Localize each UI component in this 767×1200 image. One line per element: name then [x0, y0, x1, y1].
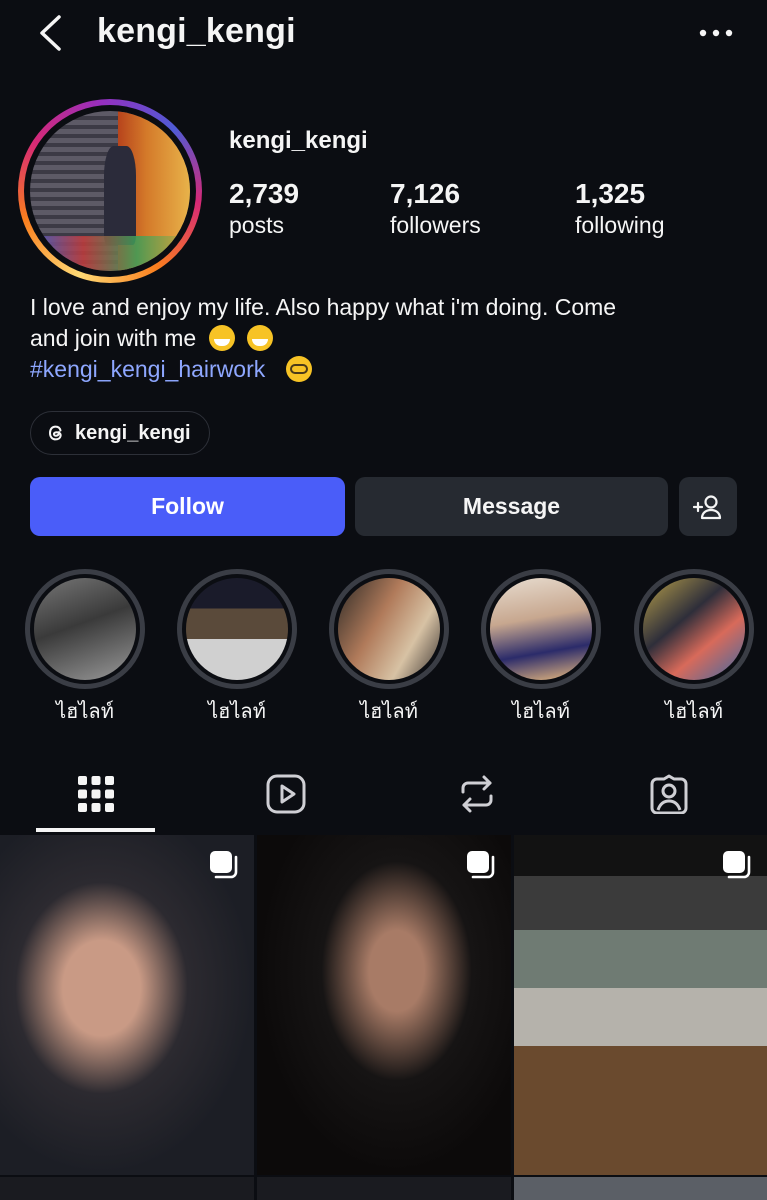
nerd-emoji-icon	[285, 356, 312, 382]
repost-icon	[461, 775, 492, 813]
threads-icon	[48, 425, 62, 441]
post-thumbnail[interactable]	[514, 835, 767, 1175]
grinning-emoji-icon	[246, 325, 273, 351]
highlight-label: ไฮไลท์	[665, 701, 723, 723]
post-thumbnail[interactable]	[257, 1177, 511, 1200]
story-highlight[interactable]: ไฮไลท์	[329, 569, 449, 727]
post-thumbnail[interactable]	[0, 835, 254, 1175]
stat-posts-count: 2,739	[229, 178, 300, 209]
stat-posts[interactable]: 2,739 posts	[229, 178, 299, 239]
follow-button[interactable]: Follow	[30, 477, 345, 536]
more-horizontal-icon	[699, 29, 733, 37]
post-thumbnail[interactable]	[257, 835, 511, 1175]
grinning-emoji-icon	[208, 325, 235, 351]
add-user-icon	[693, 494, 722, 519]
highlight-cover	[186, 578, 288, 680]
profile-bio: I love and enjoy my life. Also happy wha…	[30, 292, 750, 385]
tab-posts[interactable]	[36, 755, 155, 833]
top-bar: kengi_kengi	[0, 0, 767, 66]
profile-tabs	[0, 755, 767, 833]
highlight-cover	[643, 578, 745, 680]
carousel-icon	[210, 851, 238, 879]
profile-page: kengi_kengi kengi_kengi 2,739 posts 7,12…	[0, 0, 767, 1200]
tab-tagged[interactable]	[609, 755, 728, 833]
story-highlight[interactable]: ไฮไลท์	[177, 569, 297, 727]
highlight-label: ไฮไลท์	[360, 701, 418, 723]
bio-line-1: I love and enjoy my life. Also happy wha…	[30, 294, 617, 320]
avatar-image	[30, 111, 190, 271]
carousel-icon	[723, 851, 751, 879]
story-highlight[interactable]: ไฮไลท์	[25, 569, 145, 727]
profile-username: kengi_kengi	[229, 127, 368, 154]
bio-hashtag-link[interactable]: #kengi_kengi_hairwork	[30, 356, 265, 382]
page-title: kengi_kengi	[97, 12, 296, 50]
highlight-cover	[490, 578, 592, 680]
grid-icon	[77, 776, 114, 812]
message-button[interactable]: Message	[355, 477, 668, 536]
stat-following-count: 1,325	[575, 178, 646, 209]
profile-avatar[interactable]	[18, 99, 202, 283]
threads-profile-link[interactable]: kengi_kengi	[30, 411, 210, 455]
threads-handle: kengi_kengi	[75, 421, 191, 444]
stat-followers-label: followers	[390, 212, 481, 238]
bio-line-2-text: and join with me	[30, 325, 197, 351]
stat-following-label: following	[575, 212, 665, 238]
highlight-label: ไฮไลท์	[208, 701, 266, 723]
highlight-label: ไฮไลท์	[512, 701, 570, 723]
carousel-icon	[467, 851, 495, 879]
stat-followers[interactable]: 7,126 followers	[390, 178, 481, 239]
post-thumbnail[interactable]	[514, 1177, 767, 1200]
highlight-cover	[338, 578, 440, 680]
reels-icon	[266, 774, 305, 814]
more-options-button[interactable]	[694, 18, 738, 48]
stat-posts-label: posts	[229, 212, 284, 238]
active-tab-indicator	[36, 828, 155, 832]
chevron-left-icon	[40, 15, 61, 51]
story-highlight[interactable]: ไฮไลท์	[634, 569, 754, 727]
bio-line-2: and join with me	[30, 323, 750, 354]
tab-reels[interactable]	[226, 755, 345, 833]
tagged-icon	[650, 774, 687, 814]
back-button[interactable]	[30, 12, 70, 54]
stat-followers-count: 7,126	[390, 178, 461, 209]
suggest-users-button[interactable]	[679, 477, 737, 536]
highlight-cover	[34, 578, 136, 680]
bio-line-3: #kengi_kengi_hairwork	[30, 354, 750, 385]
tab-reposts[interactable]	[417, 755, 536, 833]
story-highlight[interactable]: ไฮไลท์	[481, 569, 601, 727]
post-thumbnail[interactable]	[0, 1177, 254, 1200]
stat-following[interactable]: 1,325 following	[575, 178, 665, 239]
highlight-label: ไฮไลท์	[56, 701, 114, 723]
